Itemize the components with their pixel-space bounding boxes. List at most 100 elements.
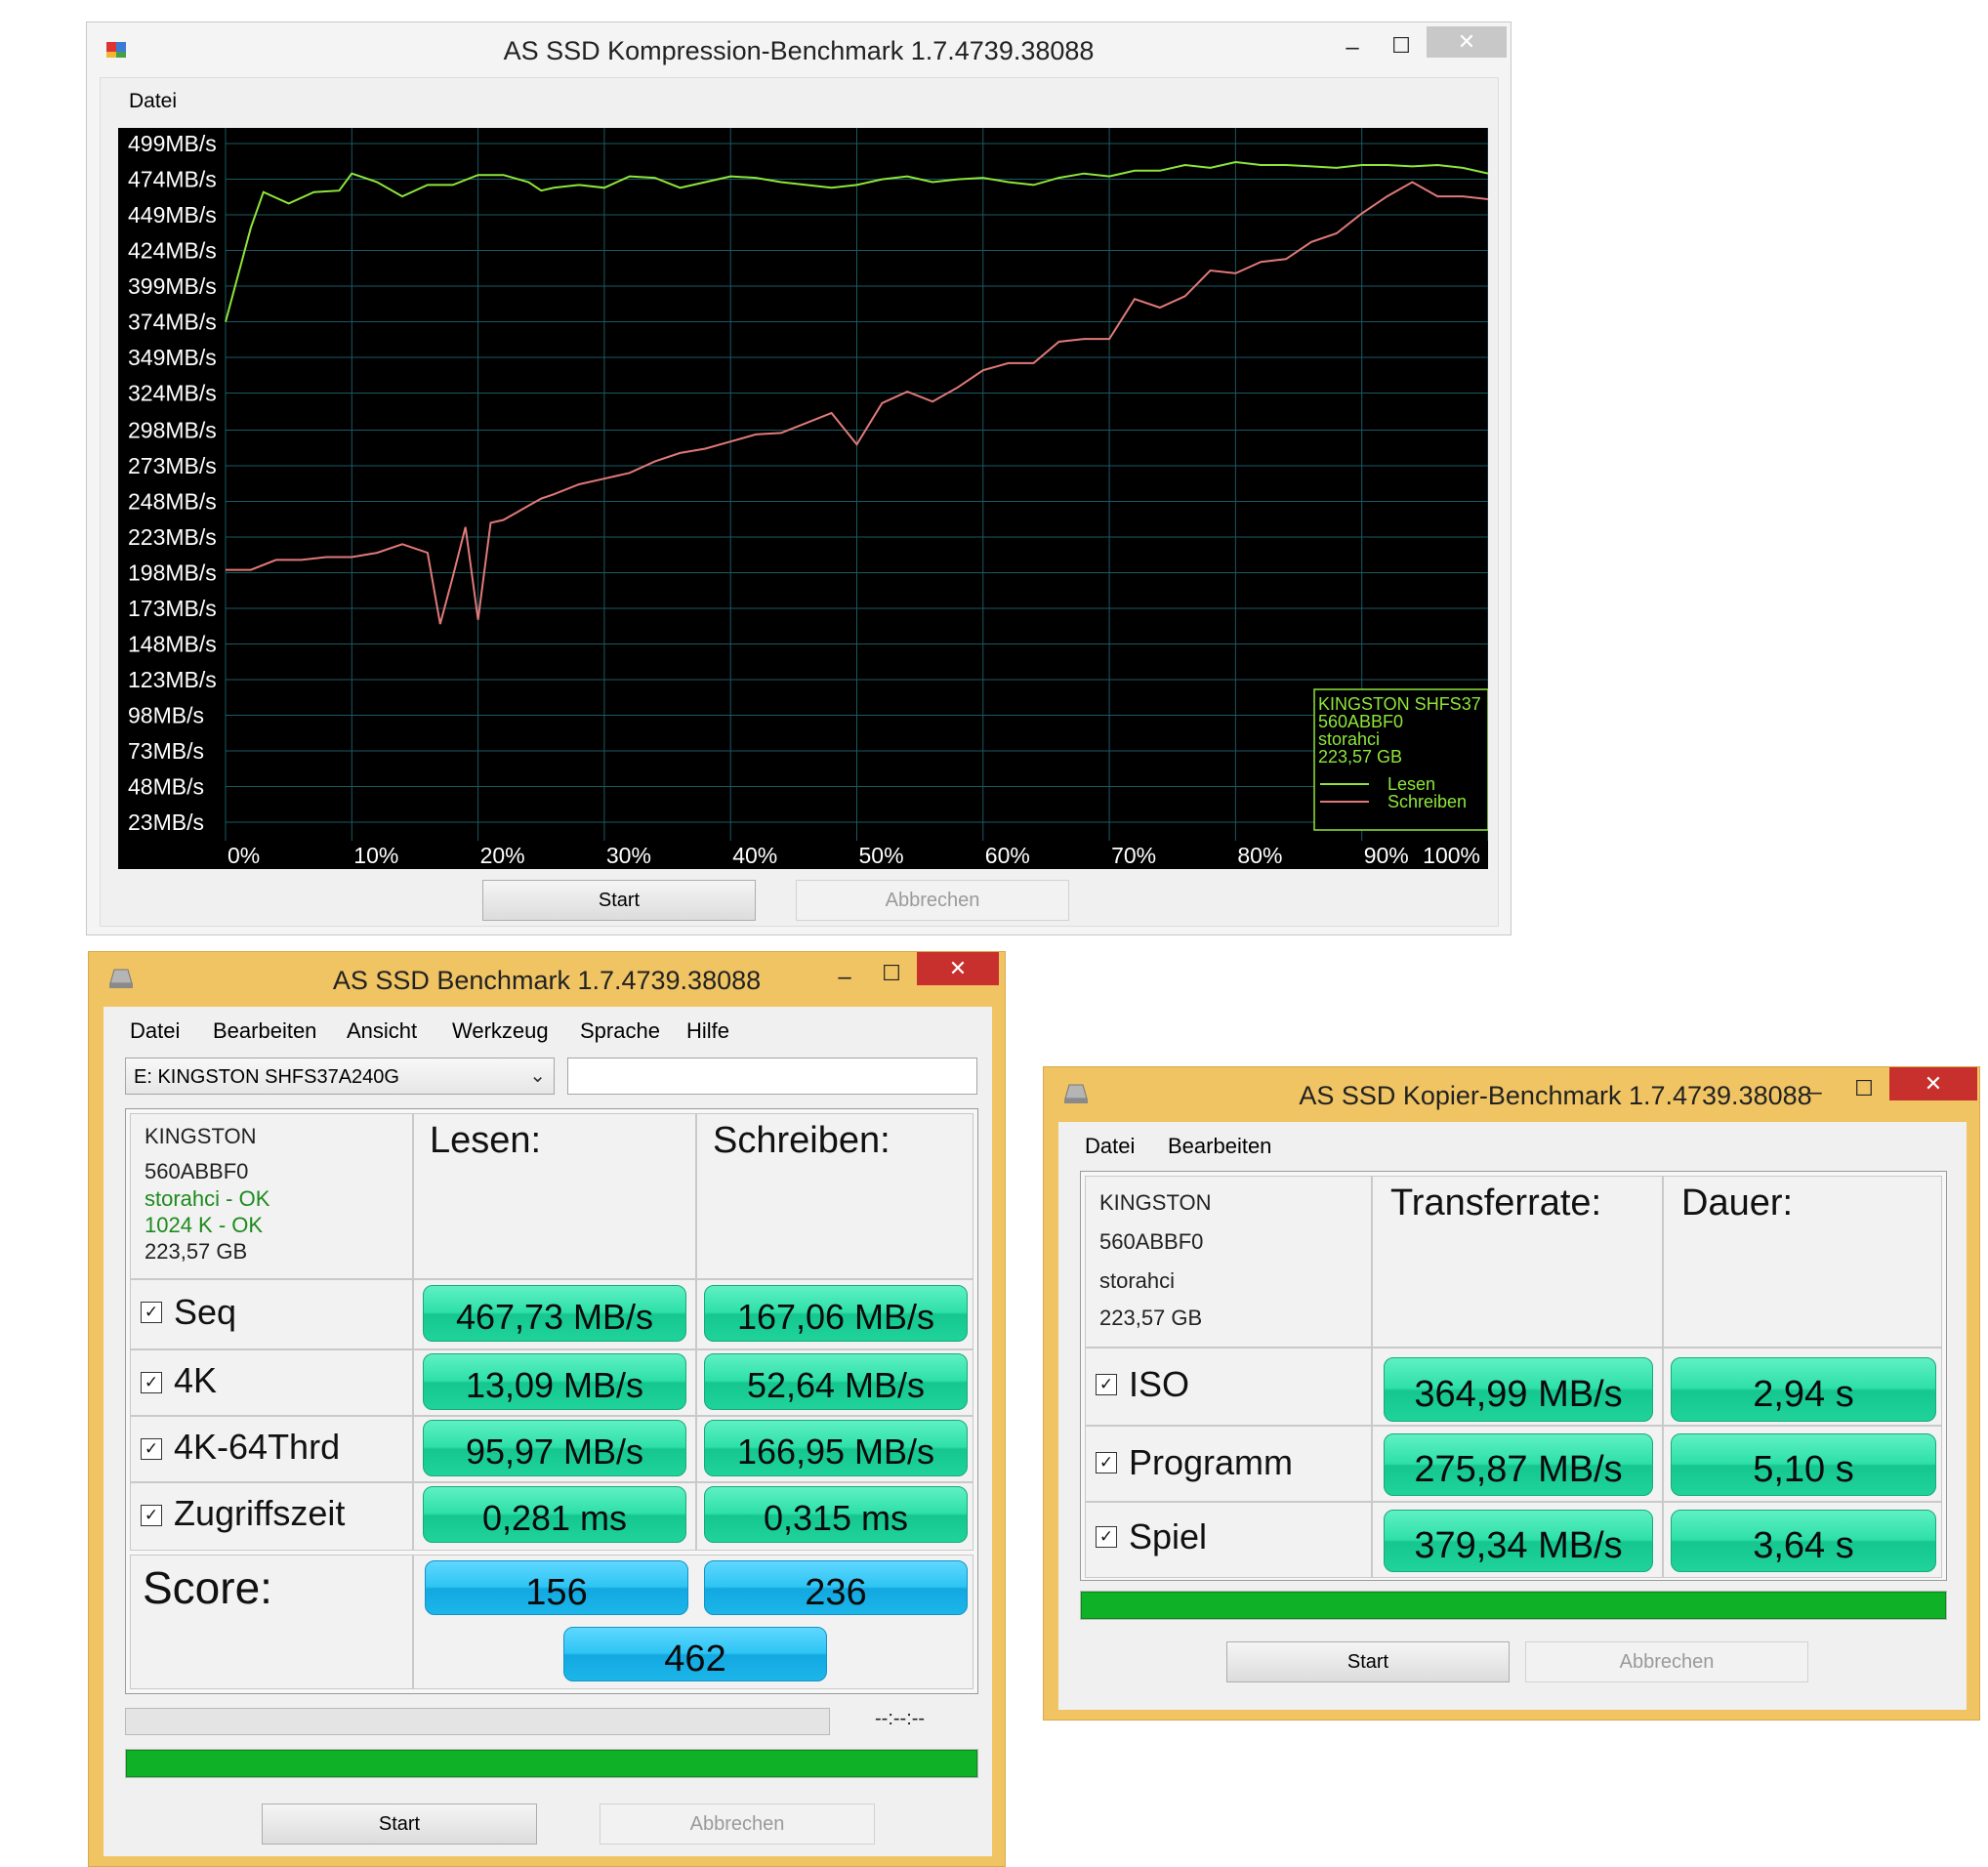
legend-label-schreiben: Schreiben	[1387, 792, 1467, 811]
col-dauer: Dauer:	[1681, 1182, 1794, 1224]
checkbox-zugriffszeit[interactable]: ✓	[141, 1505, 162, 1526]
seq-read-value: 467,73 MB/s	[423, 1285, 686, 1342]
cancel-button[interactable]: Abbrechen	[600, 1804, 875, 1845]
menu-bearbeiten[interactable]: Bearbeiten	[1168, 1134, 1271, 1159]
row-label-4k: 4K	[174, 1360, 218, 1400]
y-tick-label: 248MB/s	[128, 489, 217, 515]
checkbox-spiel[interactable]: ✓	[1096, 1526, 1117, 1548]
search-field[interactable]	[567, 1058, 977, 1095]
x-tick-label: 60%	[985, 843, 1030, 868]
start-button[interactable]: Start	[482, 880, 756, 921]
y-tick-label: 73MB/s	[128, 738, 204, 764]
drive-capacity: 223,57 GB	[1099, 1306, 1203, 1330]
chart-grid	[225, 128, 1488, 841]
menu-ansicht[interactable]: Ansicht	[347, 1018, 417, 1044]
legend-line: KINGSTON SHFS37	[1318, 694, 1481, 714]
drive-select[interactable]: E: KINGSTON SHFS37A240G ⌄	[125, 1058, 555, 1095]
y-tick-label: 173MB/s	[128, 596, 217, 621]
duration-header-cell: Dauer:	[1663, 1176, 1942, 1348]
sub-progress-bar	[125, 1708, 830, 1735]
driver-name: storahci	[1099, 1268, 1176, 1293]
legend-label-lesen: Lesen	[1387, 774, 1435, 794]
minimize-button[interactable]: –	[1796, 1077, 1835, 1108]
client-area: Datei Bearbeiten Ansicht Werkzeug Sprach…	[104, 1007, 992, 1856]
menu-hilfe[interactable]: Hilfe	[686, 1018, 729, 1044]
close-button[interactable]: ✕	[917, 952, 999, 985]
results-panel: KINGSTON 560ABBF0 storahci 223,57 GB Tra…	[1080, 1171, 1947, 1581]
driver-status: storahci - OK	[145, 1186, 270, 1211]
write-header-cell: Schreiben:	[696, 1113, 973, 1279]
x-tick-label: 90%	[1364, 843, 1409, 868]
score-total: 462	[563, 1627, 827, 1681]
drive-firmware: 560ABBF0	[1099, 1229, 1204, 1254]
row-label-cell: ✓ Seq	[130, 1279, 413, 1349]
y-tick-label: 499MB/s	[128, 131, 217, 156]
programm-rate-value: 275,87 MB/s	[1384, 1433, 1653, 1496]
y-tick-label: 399MB/s	[128, 273, 217, 299]
minimize-button[interactable]: –	[825, 962, 864, 993]
main-progress-fill	[126, 1750, 977, 1777]
read-header-cell: Lesen:	[413, 1113, 696, 1279]
row-label-spiel: Spiel	[1129, 1516, 1208, 1556]
menu-datei[interactable]: Datei	[129, 90, 177, 113]
elapsed-time: --:--:--	[875, 1708, 926, 1729]
col-lesen: Lesen:	[430, 1120, 542, 1161]
window-title: AS SSD Kompression-Benchmark 1.7.4739.38…	[503, 36, 1095, 65]
iso-rate-value: 364,99 MB/s	[1384, 1357, 1653, 1422]
row-label-4k-64thrd: 4K-64Thrd	[174, 1427, 341, 1467]
access-read-value: 0,281 ms	[423, 1486, 686, 1543]
x-axis-labels: 0% 10% 20% 30% 40% 50% 60% 70% 80% 90% 100%	[228, 843, 1480, 868]
rate-header-cell: Transferrate:	[1372, 1176, 1663, 1348]
window-title: AS SSD Benchmark 1.7.4739.38088	[332, 966, 762, 995]
row-label-zugriffszeit: Zugriffszeit	[174, 1493, 346, 1533]
drive-info-cell: KINGSTON 560ABBF0 storahci - OK 1024 K -…	[130, 1113, 413, 1279]
maximize-button[interactable]: ☐	[1382, 30, 1421, 62]
checkbox-seq[interactable]: ✓	[141, 1302, 162, 1323]
4k64-read-value: 95,97 MB/s	[423, 1420, 686, 1476]
drive-model: KINGSTON	[1099, 1190, 1212, 1215]
y-tick-label: 474MB/s	[128, 167, 217, 192]
start-button[interactable]: Start	[262, 1804, 537, 1845]
checkbox-iso[interactable]: ✓	[1096, 1374, 1117, 1395]
legend-line: storahci	[1318, 729, 1380, 749]
y-tick-label: 424MB/s	[128, 238, 217, 264]
y-tick-label: 349MB/s	[128, 345, 217, 370]
menu-datei[interactable]: Datei	[1085, 1134, 1135, 1159]
row-label-cell: ✓ Zugriffszeit	[130, 1482, 413, 1551]
x-tick-label: 0%	[228, 843, 260, 868]
drive-model: KINGSTON	[145, 1124, 257, 1148]
y-axis-labels: 499MB/s 474MB/s 449MB/s 424MB/s 399MB/s 374MB…	[128, 131, 217, 835]
menu-datei[interactable]: Datei	[130, 1018, 180, 1044]
maximize-button[interactable]: ☐	[872, 958, 911, 989]
y-tick-label: 449MB/s	[128, 202, 217, 228]
main-progress-fill	[1081, 1592, 1946, 1619]
close-button[interactable]: ✕	[1427, 26, 1507, 58]
chevron-down-icon: ⌄	[529, 1065, 546, 1087]
menu-sprache[interactable]: Sprache	[580, 1018, 660, 1044]
spiel-rate-value: 379,34 MB/s	[1384, 1510, 1653, 1572]
menu-bearbeiten[interactable]: Bearbeiten	[213, 1018, 316, 1044]
cancel-button[interactable]: Abbrechen	[1525, 1641, 1808, 1682]
close-button[interactable]: ✕	[1889, 1067, 1977, 1100]
menu-werkzeug[interactable]: Werkzeug	[452, 1018, 549, 1044]
y-tick-label: 198MB/s	[128, 560, 217, 586]
seq-write-value: 167,06 MB/s	[704, 1285, 968, 1342]
checkbox-4k[interactable]: ✓	[141, 1372, 162, 1393]
start-button[interactable]: Start	[1226, 1641, 1510, 1682]
score-write: 236	[704, 1560, 968, 1615]
checkbox-4k-64thrd[interactable]: ✓	[141, 1438, 162, 1460]
checkbox-programm[interactable]: ✓	[1096, 1452, 1117, 1473]
x-tick-label: 20%	[480, 843, 525, 868]
row-label-seq: Seq	[174, 1292, 237, 1332]
y-tick-label: 298MB/s	[128, 418, 217, 443]
maximize-button[interactable]: ☐	[1844, 1073, 1884, 1104]
row-label-iso: ISO	[1129, 1364, 1190, 1404]
minimize-button[interactable]: –	[1333, 32, 1372, 63]
compression-chart: 499MB/s 474MB/s 449MB/s 424MB/s 399MB/s 374MB…	[118, 128, 1488, 869]
row-label-cell: ✓ ISO	[1085, 1348, 1372, 1426]
cancel-button[interactable]: Abbrechen	[796, 880, 1069, 921]
col-transferrate: Transferrate:	[1390, 1182, 1602, 1224]
alignment-status: 1024 K - OK	[145, 1213, 264, 1237]
y-tick-label: 98MB/s	[128, 703, 204, 728]
x-tick-label: 40%	[732, 843, 777, 868]
